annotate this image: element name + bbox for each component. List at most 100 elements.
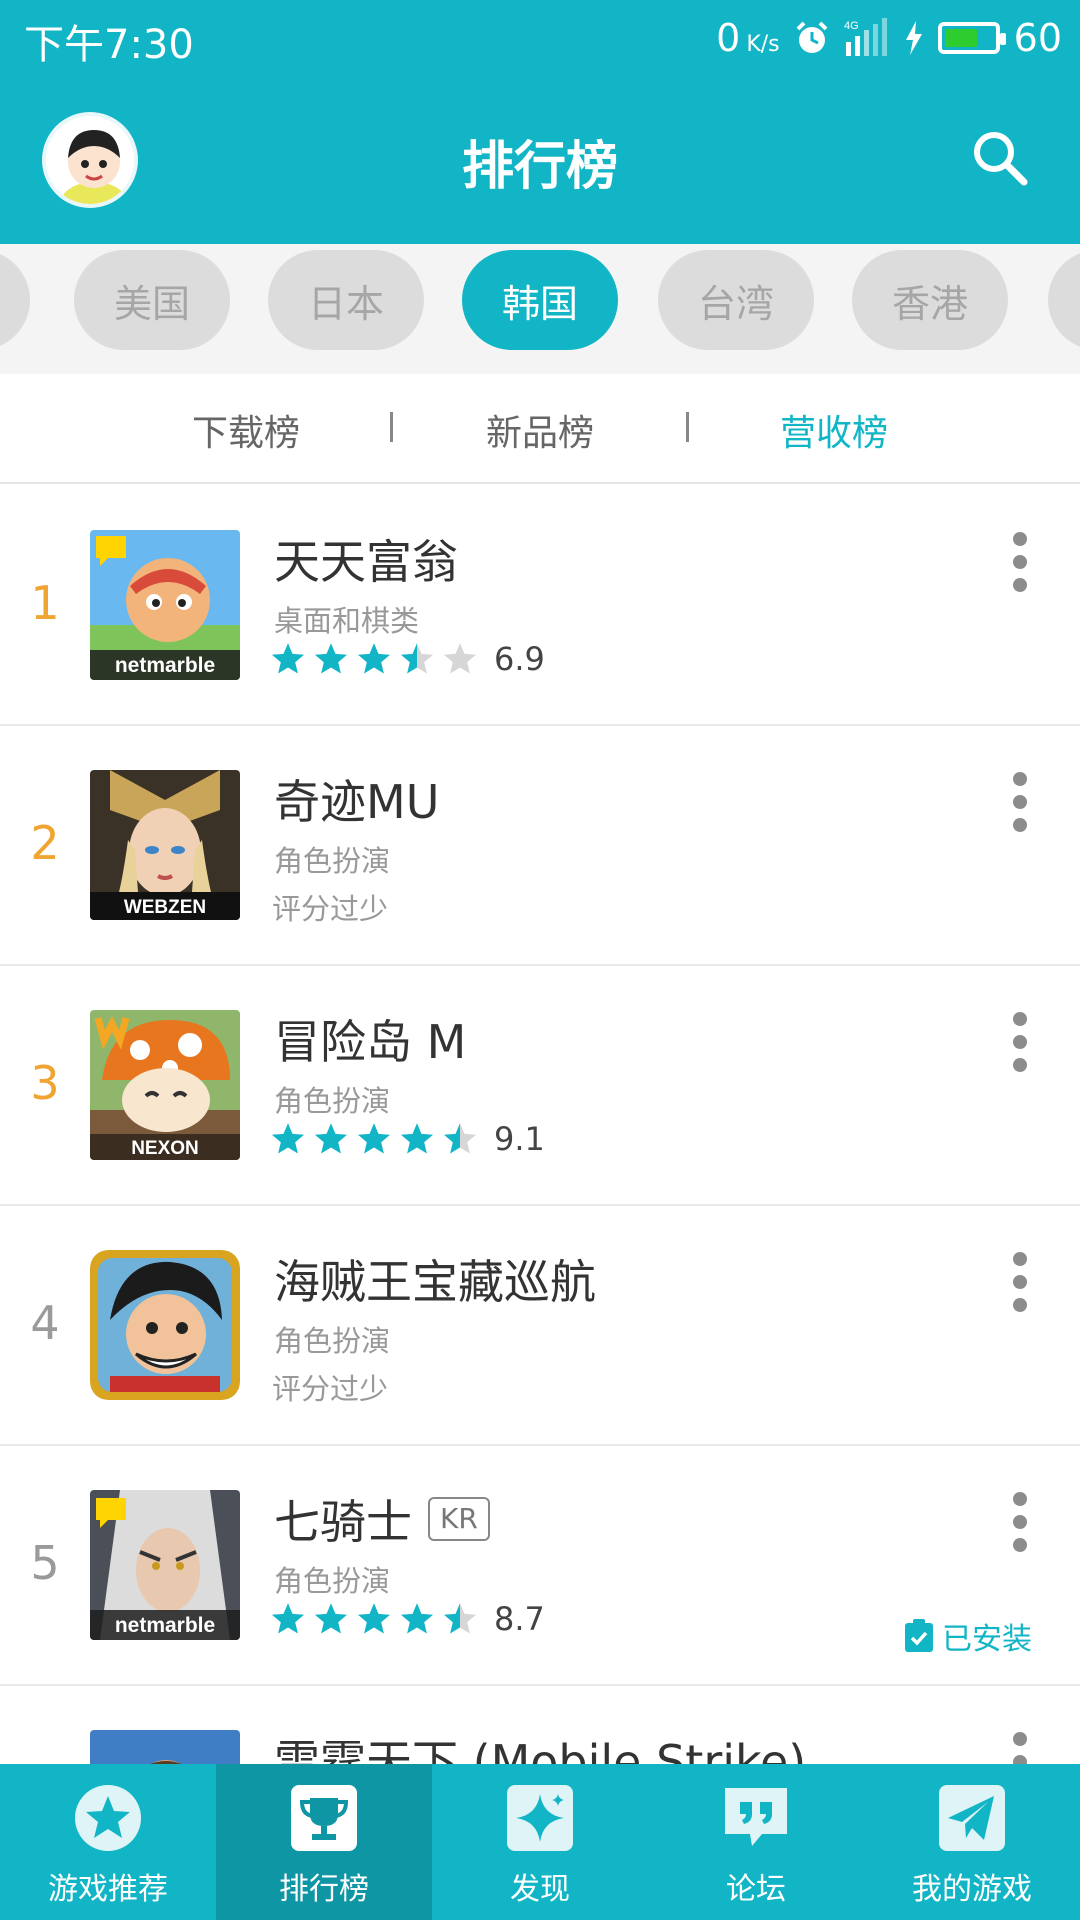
game-icon: NEXON [90, 1010, 240, 1160]
rank-number: 4 [30, 1296, 60, 1350]
rank-number: 2 [30, 816, 60, 870]
rank-number: 3 [30, 1056, 60, 1110]
region-chip-offscreen-left[interactable] [0, 250, 30, 350]
rating-note: 评分过少 [272, 1372, 389, 1406]
star-icon [400, 1123, 434, 1154]
region-chip-offscreen-right[interactable] [1048, 250, 1080, 350]
region-chip-us[interactable]: 美国 [74, 250, 230, 350]
game-artwork: netmarble [90, 530, 240, 680]
list-item[interactable]: 5 netmarble 七骑士 KR 角色扮演 8.7 已安装 [0, 1446, 1080, 1686]
region-tag: KR [428, 1497, 490, 1541]
installed-check-icon [905, 1619, 933, 1652]
game-category: 角色扮演 [274, 1324, 391, 1358]
network-speed-value: 0 [716, 16, 741, 60]
paper-plane-icon [939, 1785, 1005, 1851]
game-category: 角色扮演 [274, 1564, 391, 1598]
game-title-text: 天天富翁 [274, 535, 458, 589]
tab-downloads[interactable]: 下载榜 [192, 404, 300, 456]
network-speed: 0 K/s [716, 16, 780, 60]
tab-new-releases[interactable]: 新品榜 [486, 404, 594, 456]
game-category: 角色扮演 [274, 1084, 391, 1118]
nav-game-recommendations[interactable]: 游戏推荐 [0, 1764, 216, 1920]
list-item[interactable]: 3 NEXON 冒险岛 M 角色扮演 9.1 [0, 966, 1080, 1206]
rating-note: 评分过少 [272, 892, 389, 926]
network-speed-unit: K/s [746, 32, 780, 57]
status-bar: 下午7:30 0 K/s 4G 60 [0, 0, 1080, 76]
region-chip-taiwan[interactable]: 台湾 [658, 250, 814, 350]
game-artwork [90, 1250, 240, 1400]
nav-label: 排行榜 [279, 1872, 369, 1907]
more-options-icon[interactable] [1010, 532, 1030, 592]
game-category: 桌面和棋类 [274, 604, 420, 638]
more-options-icon[interactable] [1010, 1492, 1030, 1552]
nav-rankings[interactable]: 排行榜 [216, 1764, 432, 1920]
game-title: 天天富翁 [274, 526, 458, 592]
tab-revenue[interactable]: 营收榜 [780, 404, 888, 456]
rank-number: 5 [30, 1536, 60, 1590]
publisher-logo: netmarble [115, 654, 215, 677]
tab-divider [390, 412, 393, 442]
game-icon: netmarble [90, 1490, 240, 1640]
rating-score: 8.7 [494, 1600, 545, 1638]
nav-label: 论坛 [726, 1872, 786, 1907]
battery-fill [944, 29, 978, 47]
star-rating [270, 641, 478, 677]
list-item[interactable]: 2 WEBZEN 奇迹MU 角色扮演 评分过少 [0, 726, 1080, 966]
sparkle-icon [507, 1785, 573, 1851]
app-header: 下午7:30 0 K/s 4G 60 排行榜 [0, 0, 1080, 244]
star-icon [443, 643, 477, 674]
nav-discover[interactable]: 发现 [432, 1764, 648, 1920]
installed-status: 已安装 [904, 1614, 1032, 1658]
bottom-navigation: 游戏推荐 排行榜 发现 论坛 我的游戏 [0, 1764, 1080, 1920]
ranking-type-tabs: 下载榜 新品榜 营收榜 [0, 374, 1080, 484]
star-icon [357, 1603, 391, 1634]
more-options-icon[interactable] [1010, 772, 1030, 832]
nav-label: 我的游戏 [912, 1872, 1032, 1907]
page-title: 排行榜 [461, 137, 618, 197]
game-artwork: WEBZEN [90, 770, 240, 920]
region-chip-japan[interactable]: 日本 [268, 250, 424, 350]
region-chip-korea[interactable]: 韩国 [462, 250, 618, 350]
nav-label: 发现 [510, 1872, 570, 1907]
network-type: 4G [844, 20, 859, 32]
nav-my-games[interactable]: 我的游戏 [864, 1764, 1080, 1920]
game-artwork: NEXON [90, 1010, 240, 1160]
star-icon [314, 643, 348, 674]
game-title: 奇迹MU [274, 766, 439, 832]
nav-label: 游戏推荐 [48, 1872, 168, 1907]
game-icon: WEBZEN [90, 770, 240, 920]
star-rating [270, 1601, 478, 1637]
rating-score: 9.1 [494, 1120, 545, 1158]
star-icon [443, 1603, 477, 1634]
list-item[interactable]: 1 netmarble 天天富翁 桌面和棋类 6.9 [0, 486, 1080, 726]
app-root: 下午7:30 0 K/s 4G 60 排行榜 美国 日本 韩国 台湾 香港 下载… [0, 0, 1080, 1920]
more-options-icon[interactable] [1010, 1012, 1030, 1072]
region-chip-hongkong[interactable]: 香港 [852, 250, 1008, 350]
star-icon [400, 1603, 434, 1634]
search-icon[interactable] [968, 126, 1032, 190]
alarm-icon [796, 21, 828, 53]
game-title: 七骑士 KR [274, 1486, 490, 1552]
star-icon [314, 1603, 348, 1634]
star-icon [400, 643, 434, 674]
publisher-logo: WEBZEN [124, 897, 206, 918]
battery-icon [937, 22, 1006, 54]
game-title-text: 七骑士 [274, 1495, 412, 1549]
game-category: 角色扮演 [274, 844, 391, 878]
status-indicators: 0 K/s 4G 60 [716, 12, 1062, 64]
star-icon [357, 1123, 391, 1154]
star-icon [271, 1123, 305, 1154]
more-options-icon[interactable] [1010, 1252, 1030, 1312]
list-item[interactable]: 4 海贼王宝藏巡航 角色扮演 评分过少 [0, 1206, 1080, 1446]
star-icon [75, 1785, 141, 1851]
tab-divider [686, 412, 689, 442]
nav-forum[interactable]: 论坛 [648, 1764, 864, 1920]
star-icon [271, 1603, 305, 1634]
game-icon [90, 1250, 240, 1400]
forum-icon [725, 1788, 787, 1846]
publisher-logo: netmarble [115, 1614, 215, 1637]
star-rating [270, 1121, 478, 1157]
star-icon [271, 643, 305, 674]
battery-level: 60 [1013, 16, 1062, 60]
game-title: 冒险岛 M [274, 1006, 466, 1072]
